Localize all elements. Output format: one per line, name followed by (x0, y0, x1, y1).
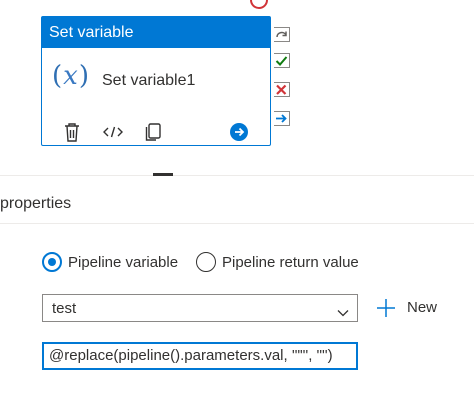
radio-pipeline-variable[interactable] (42, 252, 62, 272)
delete-button[interactable] (62, 121, 84, 143)
properties-section-label: properties (0, 195, 72, 212)
chevron-down-icon (337, 304, 349, 322)
radio-pipeline-return-value-label[interactable]: Pipeline return value (222, 254, 359, 271)
pane-resize-handle[interactable] (153, 173, 173, 176)
variable-icon: (x) (52, 61, 90, 91)
skip-connector[interactable] (274, 27, 290, 42)
variable-name-value: test (52, 300, 77, 317)
failure-x-icon (276, 84, 287, 95)
skip-icon (276, 31, 287, 38)
activity-name: Set variable1 (102, 72, 196, 89)
radio-pipeline-return-value[interactable] (196, 252, 216, 272)
radio-pipeline-variable-label[interactable]: Pipeline variable (68, 254, 178, 271)
set-variable-activity-card[interactable]: Set variable (x) Set variable1 (41, 16, 271, 146)
new-variable-label: New (407, 299, 438, 316)
success-connector[interactable] (274, 53, 290, 68)
completion-arrow-icon (276, 114, 287, 123)
failure-connector[interactable] (274, 82, 290, 97)
pane-divider (0, 175, 474, 176)
value-expression-input[interactable]: @replace(pipeline().parameters.val, '""'… (42, 342, 358, 370)
arrow-right-circle-icon (235, 127, 245, 137)
view-code-button[interactable] (102, 121, 124, 143)
activity-type-header: Set variable (42, 17, 270, 48)
copy-icon (145, 123, 161, 141)
success-check-icon (275, 56, 288, 66)
plus-icon (377, 299, 395, 317)
error-indicator-icon (250, 0, 268, 9)
variable-name-dropdown[interactable]: test (42, 294, 358, 322)
completion-connector[interactable] (274, 111, 290, 126)
code-icon (103, 126, 123, 138)
trash-icon (65, 123, 79, 142)
clone-button[interactable] (143, 121, 165, 143)
open-activity-button[interactable] (230, 123, 248, 141)
section-divider (0, 223, 474, 224)
